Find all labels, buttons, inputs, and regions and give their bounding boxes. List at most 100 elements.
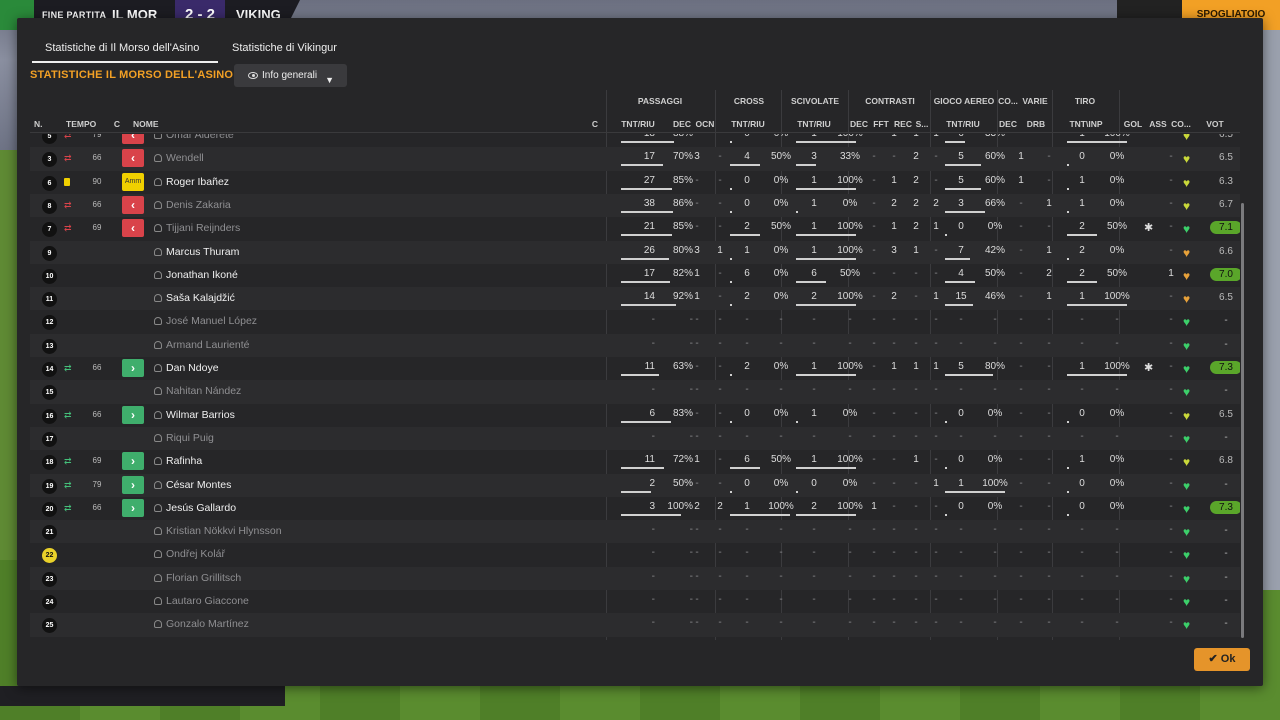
col-header-cross[interactable]: TNT/RIU [727, 119, 769, 129]
stat-rec: 2 [913, 174, 919, 186]
player-name[interactable]: Jonathan Ikoné [166, 269, 238, 281]
table-row[interactable]: 20 ⇄ 66 › Jesús Gallardo 3 100% 2 2 1 100% 2 100% 1- -… [30, 497, 1240, 520]
col-header-number[interactable]: N. [34, 119, 43, 129]
table-row[interactable]: 25 Gonzalo Martínez - - - - - - - - - - - - - - - - - - - ♥ - [30, 613, 1240, 637]
sub-off-button[interactable]: ‹ [122, 219, 144, 238]
table-row[interactable]: 24 Lautaro Giaccone - - - - - - - - - - - - - - - - - - - ♥ - [30, 590, 1240, 613]
table-row[interactable]: 7 ⇄ 69 ‹ Tijjani Reijnders 21 85% - -2 50% 1 100% -1… [30, 217, 1240, 240]
scrollbar[interactable] [1241, 203, 1244, 638]
table-row[interactable]: 11 Saša Kalajdžić 14 92% 1-2 0% 2 100% -2-1 15 46%… [30, 287, 1240, 311]
table-row[interactable]: 22 Ondřej Kolář - - - - - - - - - - - - - - - - - - - ♥ - [30, 543, 1240, 566]
stat-tp: - [1115, 547, 1119, 559]
player-name[interactable]: Saša Kalajdžić [166, 292, 235, 304]
table-row[interactable]: 14 ⇄ 66 › Dan Ndoye 11 63% - -2 0% 1 100% -1 1 1 5 80% - -… [30, 357, 1240, 380]
table-row[interactable]: 8 ⇄ 66 ‹ Denis Zakaria 38 86% - -0 0% 1 0% -2 2 2 3 66% -… [30, 193, 1240, 218]
sub-on-button[interactable]: › [122, 359, 144, 377]
player-name[interactable]: Jesús Gallardo [166, 502, 236, 514]
sub-on-button[interactable]: › [122, 498, 144, 517]
player-name[interactable]: Roger Ibañez [166, 176, 229, 188]
sub-on-button[interactable]: › [122, 452, 144, 471]
player-name[interactable]: Marcus Thuram [166, 246, 239, 258]
col-header-ocn[interactable]: OCN [693, 119, 717, 129]
table-row[interactable]: 9 Marcus Thuram 26 80% 3 1 1 0% 1 100% -3 1-7 42% -1 2… [30, 240, 1240, 264]
player-name[interactable]: Gonzalo Martínez [166, 618, 249, 630]
success-rate-bar [945, 374, 993, 376]
col-header-name[interactable]: NOME [133, 119, 159, 129]
player-name[interactable]: Wendell [166, 152, 204, 164]
table-row[interactable]: 15 Nahitan Nández - - - - - - - - - - - - - - - - - - - ♥ - [30, 380, 1240, 404]
sub-off-button[interactable]: ‹ [122, 149, 144, 168]
player-name[interactable]: Lautaro Giaccone [166, 595, 249, 607]
player-name[interactable]: Denis Zakaria [166, 199, 231, 211]
player-name[interactable]: Ondřej Kolář [166, 548, 225, 560]
ok-button[interactable]: ✔ Ok [1194, 648, 1250, 671]
stat-rec: 2 [913, 221, 919, 233]
person-icon [154, 620, 162, 629]
col-header-c[interactable]: C [109, 119, 125, 129]
player-name[interactable]: Tijjani Reijnders [166, 222, 240, 234]
player-name[interactable]: Nahitan Nández [166, 385, 241, 397]
table-row[interactable]: 18 ⇄ 69 › Rafinha 11 72% 1-6 50% 1 100% - -1-0 0% - -1 0… [30, 450, 1240, 473]
table-row[interactable]: 17 Riqui Puig - - - - - - - - - - - - - - - - - - - ♥ - [30, 426, 1240, 451]
stat-st: 1 [811, 221, 817, 233]
table-row[interactable]: 13 Armand Laurienté - - - - - - - - - - - - - - - - - - - ♥ - [30, 333, 1240, 357]
tab-away-stats[interactable]: Statistiche di Vikingur [232, 36, 362, 63]
col-header-dec2[interactable]: DEC [849, 119, 869, 129]
stat-ap: 0% [987, 454, 1003, 466]
player-name[interactable]: Kristian Nökkvi Hlynsson [166, 525, 282, 537]
table-row[interactable]: 16 ⇄ 66 › Wilmar Barrios 6 83% - -0 0% 1 0% - - - -0 0% -… [30, 404, 1240, 427]
col-header-c2[interactable]: C [587, 119, 603, 129]
col-header-assists[interactable]: ASS [1148, 119, 1168, 129]
sub-off-button[interactable]: ‹ [122, 195, 144, 214]
stat-tt: - [1080, 570, 1084, 582]
col-header-goals[interactable]: GOL [1122, 119, 1144, 129]
stat-pocn: - [718, 267, 722, 279]
col-header-dec3[interactable]: DEC [998, 119, 1018, 129]
table-row[interactable]: 19 ⇄ 79 › César Montes 2 50% - -0 0% 0 0% - - -1 1 100% -… [30, 473, 1240, 497]
stat-ct: - [745, 430, 749, 442]
table-row[interactable]: 10 Jonathan Ikoné 17 82% 1-6 0% 6 50% - - - -4 50% -2… [30, 264, 1240, 287]
player-name[interactable]: Wilmar Barrios [166, 409, 235, 421]
player-name[interactable]: César Montes [166, 479, 231, 491]
player-name[interactable]: Omar Alderete [166, 134, 234, 141]
col-header-aerial[interactable]: TNT/RIU [942, 119, 984, 129]
player-name[interactable]: Rafinha [166, 455, 202, 467]
stat-cdec: - [872, 594, 876, 605]
view-dropdown[interactable]: Info generali ▼ [234, 64, 347, 87]
stat-ct: - [745, 570, 749, 582]
col-header-shots[interactable]: TNT\INP [1065, 119, 1107, 129]
col-header-fft[interactable]: FFT [871, 119, 891, 129]
col-header-rec[interactable]: REC [892, 119, 914, 129]
player-name[interactable]: Dan Ndoye [166, 362, 219, 374]
player-name[interactable]: José Manuel López [166, 315, 257, 327]
sub-off-button[interactable]: ‹ [122, 134, 144, 144]
col-header-rating[interactable]: VOT [1203, 119, 1227, 129]
sub-on-button[interactable]: › [122, 405, 144, 424]
table-row[interactable]: 23 Florian Grillitsch - - - - - - - - - - - - - - - - - - - ♥… [30, 566, 1240, 590]
col-header-pass[interactable]: TNT/RIU [617, 119, 659, 129]
table-row[interactable]: 3 ⇄ 66 ‹ Wendell 17 70% 3-4 50% 3 33% - -2-5 60% 1-0 0%… [30, 147, 1240, 171]
player-name[interactable]: Florian Grillitsch [166, 572, 241, 584]
success-rate-bar [621, 420, 671, 423]
table-row[interactable]: 21 Kristian Nökkvi Hlynsson - - - - - - - - - - - - - -… [30, 520, 1240, 544]
table-row[interactable]: 12 José Manuel López - - - - - - - - - - - - - - - - - - - ♥ - [30, 310, 1240, 333]
tab-home-stats[interactable]: Statistiche di Il Morso dell'Asino [32, 36, 218, 63]
table-row[interactable]: 5⇄79‹Omar Alderete1888%--00%1100%-111633… [30, 134, 1240, 147]
group-header: SCIVOLATE [790, 96, 839, 106]
col-header-s[interactable]: S... [913, 119, 931, 129]
col-header-drb[interactable]: DRB [1025, 119, 1047, 129]
stat-at: - [959, 314, 963, 326]
person-icon [154, 480, 162, 489]
success-rate-bar [1067, 210, 1069, 213]
group-header: CROSS [733, 96, 765, 106]
col-header-time[interactable]: TEMPO [66, 119, 96, 129]
sub-on-button[interactable]: › [122, 475, 144, 494]
col-header-condition[interactable]: CO... [1169, 119, 1193, 129]
table-row[interactable]: 6 90 Amm Roger Ibañez 27 85% - -0 0% 1 100% -1 2-5 60… [30, 171, 1240, 194]
col-header-dec[interactable]: DEC [671, 119, 693, 129]
stat-sp: 0% [842, 407, 858, 419]
player-name[interactable]: Riqui Puig [166, 432, 214, 444]
player-name[interactable]: Armand Laurienté [166, 339, 249, 351]
stat-rec: 1 [913, 361, 919, 372]
col-header-tackles[interactable]: TNT/RIU [793, 119, 835, 129]
